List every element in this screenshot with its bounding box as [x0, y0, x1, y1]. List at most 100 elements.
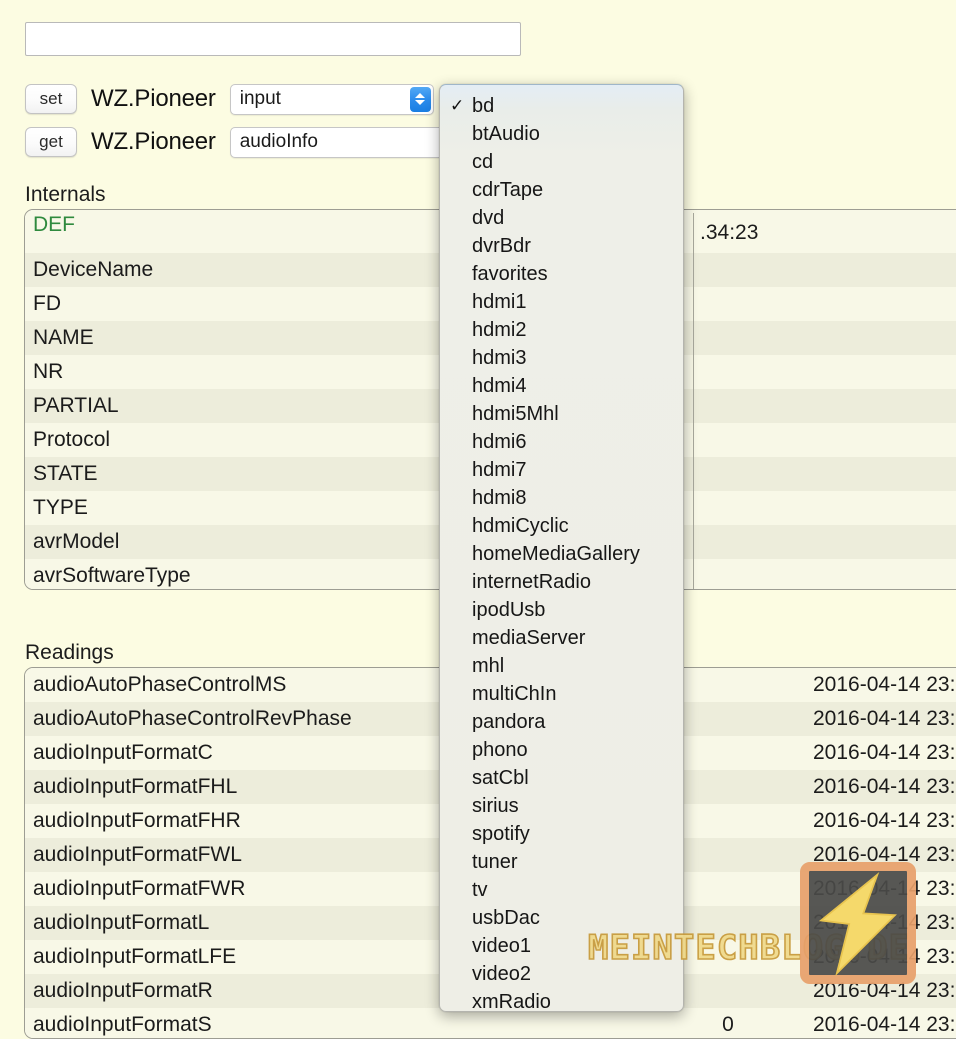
menu-item-satcbl[interactable]: satCbl	[440, 764, 683, 792]
menu-item-dvd[interactable]: dvd	[440, 204, 683, 232]
internals-value	[693, 559, 956, 589]
menu-item-label: hdmi1	[472, 291, 527, 313]
menu-item-label: pandora	[472, 711, 546, 733]
menu-item-label: multiChIn	[472, 683, 557, 705]
menu-item-label: hdmi7	[472, 459, 527, 481]
internals-value	[693, 457, 956, 491]
command-input[interactable]	[25, 22, 521, 56]
menu-item-label: cdrTape	[472, 179, 544, 201]
set-parameter-select-value: input	[239, 88, 281, 109]
set-parameter-select[interactable]: input	[229, 83, 434, 115]
menu-item-hdmi1[interactable]: hdmi1	[440, 288, 683, 316]
menu-item-video1[interactable]: video1	[440, 932, 683, 960]
menu-item-label: hdmi5Mhl	[472, 403, 559, 425]
chevron-down-icon	[415, 100, 426, 105]
stepper-arrows-icon[interactable]	[409, 86, 431, 112]
menu-item-ipodusb[interactable]: ipodUsb	[440, 596, 683, 624]
menu-item-label: mhl	[472, 655, 505, 677]
menu-item-label: tv	[472, 879, 488, 901]
menu-item-mediaserver[interactable]: mediaServer	[440, 624, 683, 652]
menu-item-label: hdmiCyclic	[472, 515, 569, 537]
input-options-dropdown-menu[interactable]: ✓ bd btAudio cd cdrTape dvd dvrBdr favorites hdm…	[439, 84, 684, 1012]
menu-item-label: hdmi6	[472, 431, 527, 453]
set-device-name: WZ.Pioneer	[91, 85, 216, 112]
menu-item-tv[interactable]: tv	[440, 876, 683, 904]
menu-item-phono[interactable]: phono	[440, 736, 683, 764]
menu-item-hdmi2[interactable]: hdmi2	[440, 316, 683, 344]
reading-timestamp: 2016-04-14 23:	[813, 673, 956, 696]
menu-item-label: usbDac	[472, 907, 540, 929]
menu-item-usbdac[interactable]: usbDac	[440, 904, 683, 932]
menu-item-spotify[interactable]: spotify	[440, 820, 683, 848]
menu-item-label: homeMediaGallery	[472, 543, 640, 565]
menu-item-bd[interactable]: ✓ bd	[440, 92, 683, 120]
menu-item-favorites[interactable]: favorites	[440, 260, 683, 288]
internals-value: .34:23	[693, 213, 956, 253]
reading-timestamp: 2016-04-14 23:	[813, 911, 956, 934]
menu-item-dvrbdr[interactable]: dvrBdr	[440, 232, 683, 260]
menu-item-label: hdmi2	[472, 319, 527, 341]
internals-value	[693, 389, 956, 423]
menu-item-tuner[interactable]: tuner	[440, 848, 683, 876]
internals-value	[693, 287, 956, 321]
internals-section-title: Internals	[25, 183, 106, 206]
menu-item-label: spotify	[472, 823, 530, 845]
menu-item-hdmi8[interactable]: hdmi8	[440, 484, 683, 512]
reading-timestamp: 2016-04-14 23:	[813, 809, 956, 832]
get-device-name: WZ.Pioneer	[91, 128, 216, 155]
set-button[interactable]: set	[25, 84, 77, 114]
menu-item-label: internetRadio	[472, 571, 591, 593]
reading-key: audioInputFormatS	[33, 1013, 212, 1036]
menu-item-label: dvrBdr	[472, 235, 531, 257]
menu-item-hdmi3[interactable]: hdmi3	[440, 344, 683, 372]
menu-item-internetradio[interactable]: internetRadio	[440, 568, 683, 596]
get-button[interactable]: get	[25, 127, 77, 157]
menu-item-mhl[interactable]: mhl	[440, 652, 683, 680]
menu-item-label: satCbl	[472, 767, 529, 789]
menu-item-label: cd	[472, 151, 494, 173]
menu-item-label: bd	[472, 95, 495, 117]
menu-item-label: hdmi3	[472, 347, 527, 369]
menu-item-label: favorites	[472, 263, 548, 285]
menu-item-hdmicyclic[interactable]: hdmiCyclic	[440, 512, 683, 540]
menu-item-label: mediaServer	[472, 627, 586, 649]
reading-timestamp: 2016-04-14 23:	[813, 1013, 956, 1036]
internals-value	[693, 355, 956, 389]
menu-item-hdmi4[interactable]: hdmi4	[440, 372, 683, 400]
menu-item-btaudio[interactable]: btAudio	[440, 120, 683, 148]
reading-timestamp: 2016-04-14 23:	[813, 775, 956, 798]
menu-item-label: dvd	[472, 207, 505, 229]
menu-item-xmradio[interactable]: xmRadio	[440, 988, 683, 1011]
menu-item-label: ipodUsb	[472, 599, 546, 621]
chevron-up-icon	[415, 93, 426, 98]
reading-timestamp: 2016-04-14 23:	[813, 707, 956, 730]
command-input-wrapper	[25, 22, 521, 56]
menu-item-label: phono	[472, 739, 528, 761]
menu-item-multichin[interactable]: multiChIn	[440, 680, 683, 708]
set-command-row: set WZ.Pioneer input	[25, 83, 434, 115]
menu-item-sirius[interactable]: sirius	[440, 792, 683, 820]
internals-value	[693, 423, 956, 457]
internals-value	[693, 321, 956, 355]
menu-item-pandora[interactable]: pandora	[440, 708, 683, 736]
reading-value: 0	[722, 1013, 734, 1036]
menu-item-cd[interactable]: cd	[440, 148, 683, 176]
menu-item-hdmi5mhl[interactable]: hdmi5Mhl	[440, 400, 683, 428]
reading-timestamp: 2016-04-14 23:	[813, 843, 956, 866]
menu-item-label: hdmi4	[472, 375, 527, 397]
menu-item-video2[interactable]: video2	[440, 960, 683, 988]
internals-value	[693, 525, 956, 559]
menu-item-hdmi7[interactable]: hdmi7	[440, 456, 683, 484]
menu-item-cdrtape[interactable]: cdrTape	[440, 176, 683, 204]
internals-value	[693, 253, 956, 287]
menu-item-hdmi6[interactable]: hdmi6	[440, 428, 683, 456]
menu-item-homemediagallery[interactable]: homeMediaGallery	[440, 540, 683, 568]
menu-item-label: tuner	[472, 851, 518, 873]
internals-value	[693, 491, 956, 525]
get-command-row: get WZ.Pioneer audioInfo	[25, 126, 500, 158]
menu-item-label: video2	[472, 963, 531, 985]
reading-timestamp: 2016-04-14 23:	[813, 945, 956, 968]
get-parameter-select-value: audioInfo	[239, 131, 318, 152]
menu-item-label: video1	[472, 935, 531, 957]
reading-timestamp: 2016-04-14 23:	[813, 979, 956, 1002]
